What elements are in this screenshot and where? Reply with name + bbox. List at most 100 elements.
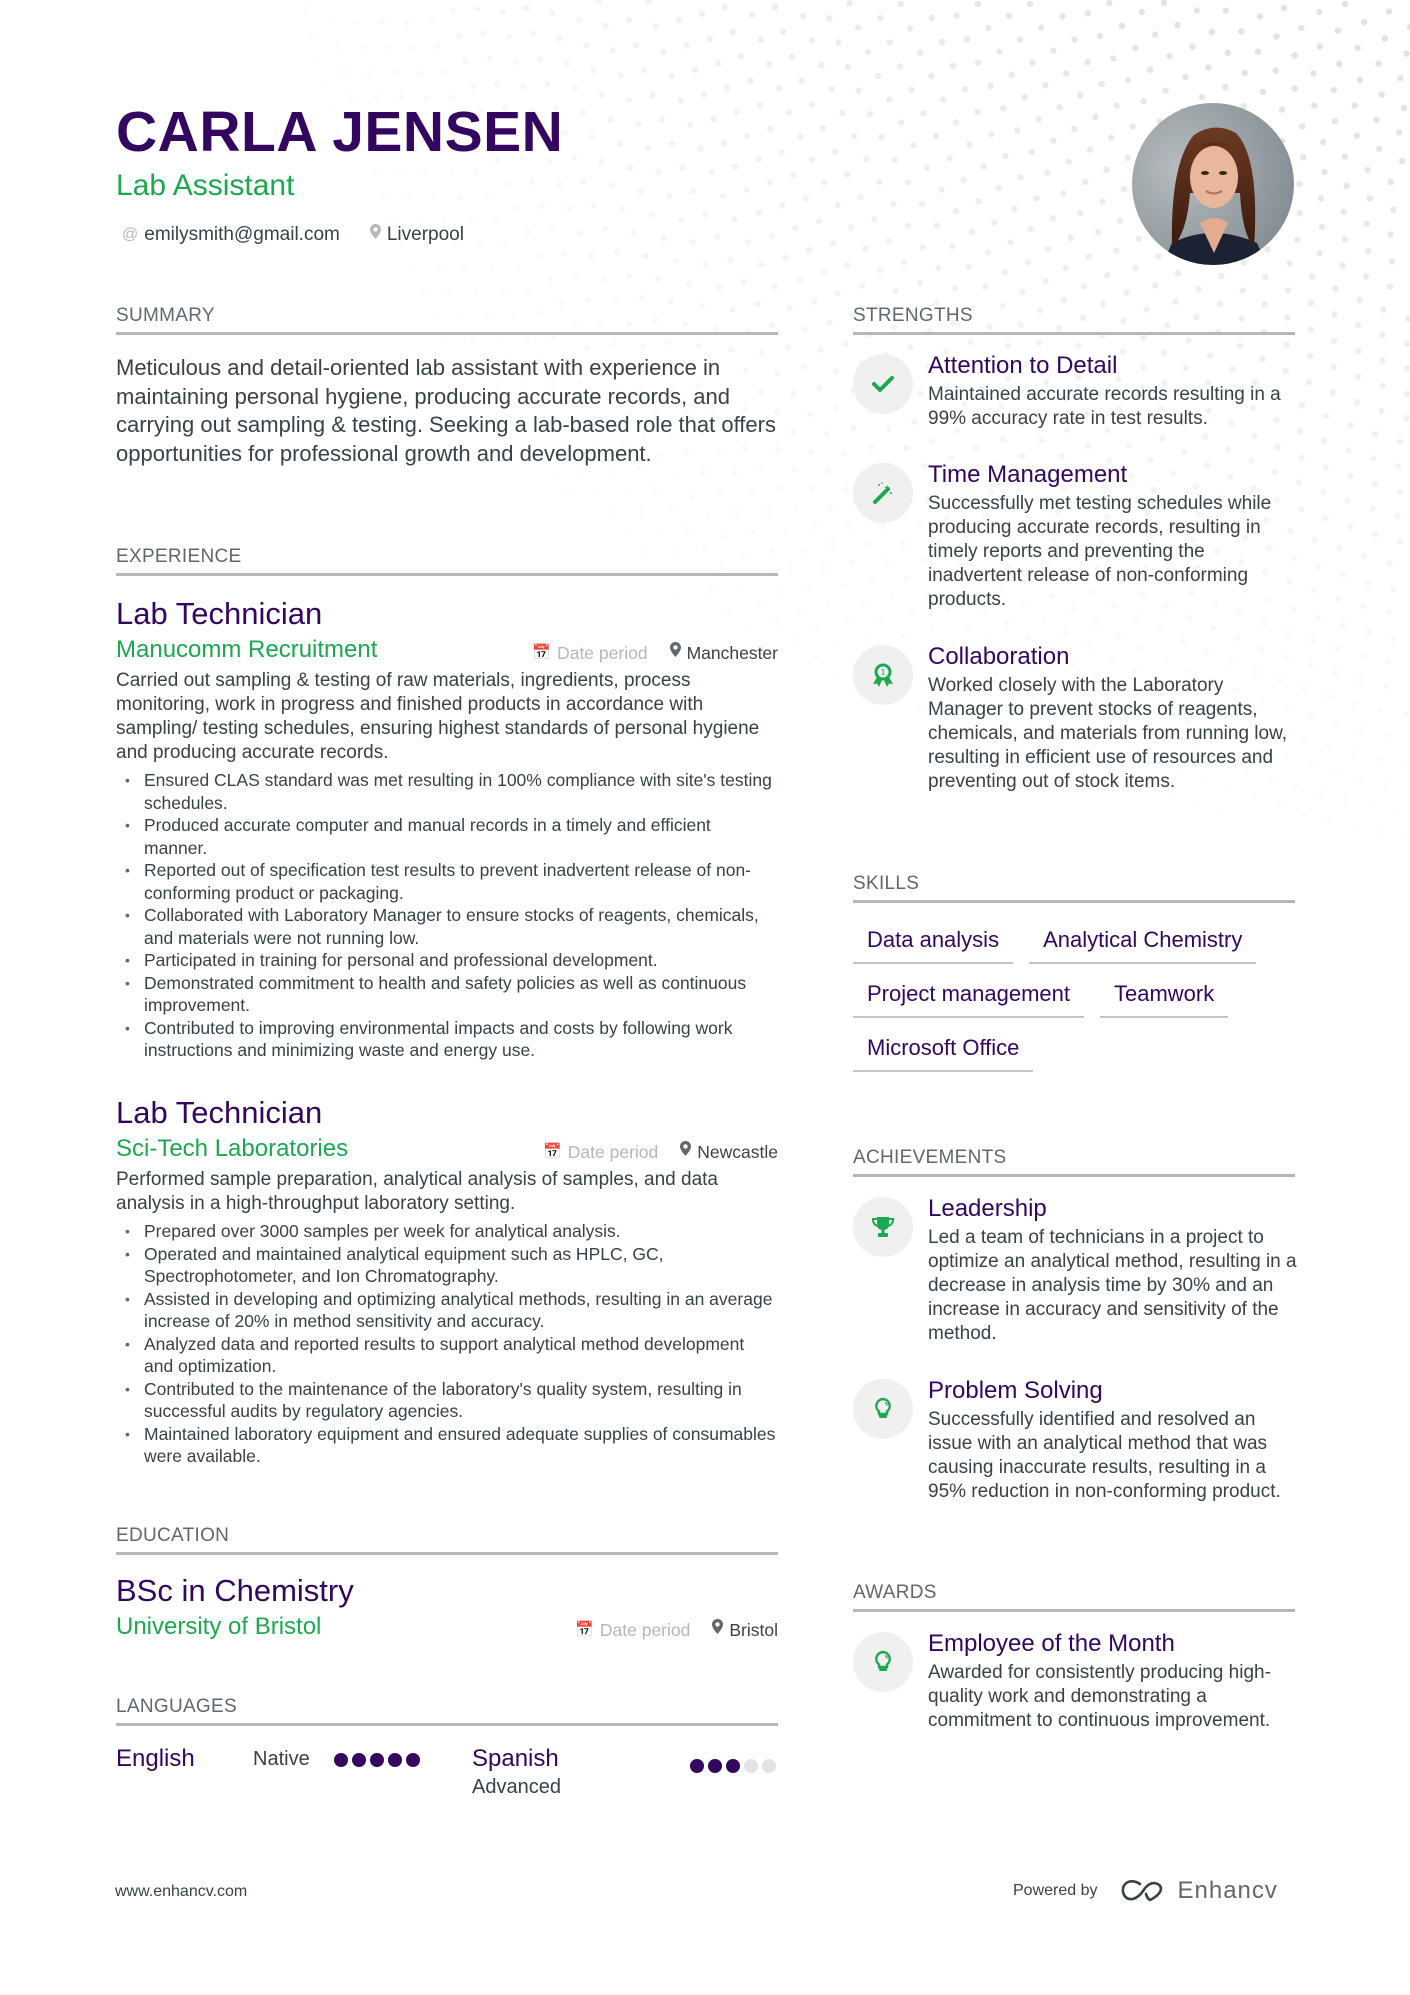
- job-location: Newcastle: [680, 1140, 778, 1164]
- bullet-item: Analyzed data and reported results to su…: [116, 1333, 778, 1378]
- achievement-body: Problem Solving Successfully identified …: [928, 1376, 1298, 1504]
- svg-text:1: 1: [880, 668, 885, 677]
- strength-description: Maintained accurate records resulting in…: [928, 384, 1281, 429]
- section-heading-summary: SUMMARY: [116, 304, 778, 335]
- location-pin-icon: [680, 1140, 692, 1164]
- bullet-item: Prepared over 3000 samples per week for …: [116, 1220, 778, 1243]
- bullet-item: Demonstrated commitment to health and sa…: [116, 972, 778, 1017]
- award-description: Awarded for consistently producing high-…: [928, 1662, 1271, 1731]
- location-pin-icon: [712, 1618, 724, 1642]
- section-heading-skills: SKILLS: [853, 872, 1295, 903]
- skill-tag: Data analysis: [853, 922, 1014, 964]
- rating-dot-filled: [388, 1753, 402, 1767]
- rating-dot-filled: [334, 1753, 348, 1767]
- location-text: Bristol: [729, 1620, 778, 1640]
- footer-branding: Powered by Enhancv: [1013, 1877, 1278, 1905]
- language-level: Native: [253, 1748, 310, 1770]
- skills-list: Data analysis Analytical Chemistry Proje…: [853, 922, 1295, 1072]
- candidate-role: Lab Assistant: [116, 169, 295, 202]
- rating-dot-empty: [762, 1759, 776, 1773]
- strength-title: Attention to Detail: [928, 352, 1118, 379]
- degree: BSc in Chemistry: [116, 1573, 354, 1608]
- section-heading-experience: EXPERIENCE: [116, 545, 778, 576]
- experience-entry: Lab Technician Manucomm Recruitment 📅 Da…: [116, 595, 778, 1062]
- profile-photo: [1132, 103, 1294, 265]
- education-subheader: University of Bristol 📅 Date period Bris…: [116, 1612, 778, 1642]
- languages-list: English Native Spanish Advanced: [116, 1744, 778, 1804]
- trophy-icon: [853, 1197, 913, 1257]
- summary-text: Meticulous and detail-oriented lab assis…: [116, 355, 776, 466]
- school-name: University of Bristol: [116, 1613, 322, 1640]
- skill-tag: Teamwork: [1100, 976, 1229, 1018]
- company-name: Manucomm Recruitment: [116, 636, 378, 663]
- education-meta: 📅 Date period Bristol: [575, 1618, 778, 1642]
- location-text: Newcastle: [697, 1142, 778, 1162]
- candidate-name: CARLA JENSEN: [116, 100, 564, 164]
- powered-by-label: Powered by: [1013, 1882, 1098, 1899]
- strength-body: Time Management Successfully met testing…: [928, 460, 1298, 612]
- location-pin-icon: [669, 641, 681, 665]
- bullet-item: Assisted in developing and optimizing an…: [116, 1288, 778, 1333]
- strength-title: Time Management: [928, 461, 1128, 488]
- rating-dot-filled: [726, 1759, 740, 1773]
- calendar-icon: 📅: [575, 1621, 594, 1638]
- language-name: Spanish: [472, 1745, 559, 1772]
- award-title: Employee of the Month: [928, 1630, 1175, 1657]
- rating-dot-filled: [406, 1753, 420, 1767]
- job-title: Lab Technician: [116, 596, 323, 631]
- contact-location: Liverpool: [369, 222, 464, 248]
- job-title: Lab Technician: [116, 1095, 323, 1130]
- location-text: Liverpool: [386, 224, 464, 245]
- bullet-item: Participated in training for personal an…: [116, 949, 778, 972]
- strength-title: Collaboration: [928, 643, 1070, 670]
- job-bullets: Prepared over 3000 samples per week for …: [116, 1220, 778, 1468]
- achievement-description: Successfully identified and resolved an …: [928, 1409, 1281, 1502]
- bullet-item: Ensured CLAS standard was met resulting …: [116, 769, 778, 814]
- job-meta: 📅 Date period Newcastle: [543, 1140, 778, 1164]
- bullet-item: Produced accurate computer and manual re…: [116, 814, 778, 859]
- bullet-item: Contributed to improving environmental i…: [116, 1017, 778, 1062]
- section-heading-awards: AWARDS: [853, 1581, 1295, 1612]
- bullet-item: Operated and maintained analytical equip…: [116, 1243, 778, 1288]
- location-pin-icon: [369, 222, 381, 248]
- rating-dot-empty: [744, 1759, 758, 1773]
- date-text: Date period: [557, 643, 648, 663]
- education-location: Bristol: [712, 1618, 778, 1642]
- checkmark-icon: [853, 354, 913, 414]
- contact-info: @ emilysmith@gmail.com Liverpool: [122, 222, 464, 248]
- job-subheader: Sci-Tech Laboratories 📅 Date period Newc…: [116, 1134, 778, 1164]
- job-description: Performed sample preparation, analytical…: [116, 1169, 718, 1214]
- bullet-item: Maintained laboratory equipment and ensu…: [116, 1423, 778, 1468]
- award-body: Employee of the Month Awarded for consis…: [928, 1629, 1298, 1733]
- date-text: Date period: [599, 1620, 691, 1640]
- achievement-title: Problem Solving: [928, 1377, 1103, 1404]
- contact-email[interactable]: @ emilysmith@gmail.com: [122, 222, 340, 248]
- language-name: English: [116, 1745, 195, 1772]
- magic-wand-icon: [853, 463, 913, 523]
- job-bullets: Ensured CLAS standard was met resulting …: [116, 769, 778, 1062]
- enhancv-logo-icon: [1121, 1880, 1162, 1902]
- company-name: Sci-Tech Laboratories: [116, 1135, 349, 1162]
- date-text: Date period: [567, 1142, 659, 1162]
- rating-dot-filled: [708, 1759, 722, 1773]
- resume-page: CARLA JENSEN Lab Assistant @ emilysmith@…: [0, 0, 1410, 1995]
- strength-description: Worked closely with the Laboratory Manag…: [928, 675, 1288, 792]
- job-meta: 📅 Date period Manchester: [532, 641, 778, 665]
- section-heading-languages: LANGUAGES: [116, 1695, 778, 1726]
- achievement-description: Led a team of technicians in a project t…: [928, 1227, 1297, 1344]
- rating-dot-filled: [352, 1753, 366, 1767]
- section-heading-education: EDUCATION: [116, 1524, 778, 1555]
- lightbulb-icon: [853, 1379, 913, 1439]
- skill-tag: Analytical Chemistry: [1029, 922, 1257, 964]
- footer-website-link[interactable]: www.enhancv.com: [115, 1883, 247, 1901]
- section-heading-strengths: STRENGTHS: [853, 304, 1295, 335]
- experience-entry: Lab Technician Sci-Tech Laboratories 📅 D…: [116, 1094, 778, 1468]
- strength-description: Successfully met testing schedules while…: [928, 493, 1272, 610]
- skill-tag: Microsoft Office: [853, 1030, 1034, 1072]
- language-level: Advanced: [472, 1776, 561, 1798]
- strength-body: Collaboration Worked closely with the La…: [928, 642, 1298, 794]
- award-ribbon-icon: 1: [853, 645, 913, 705]
- brand-logo[interactable]: Enhancv: [1120, 1877, 1278, 1905]
- education-entry: BSc in Chemistry University of Bristol 📅…: [116, 1572, 778, 1642]
- achievement-body: Leadership Led a team of technicians in …: [928, 1194, 1298, 1346]
